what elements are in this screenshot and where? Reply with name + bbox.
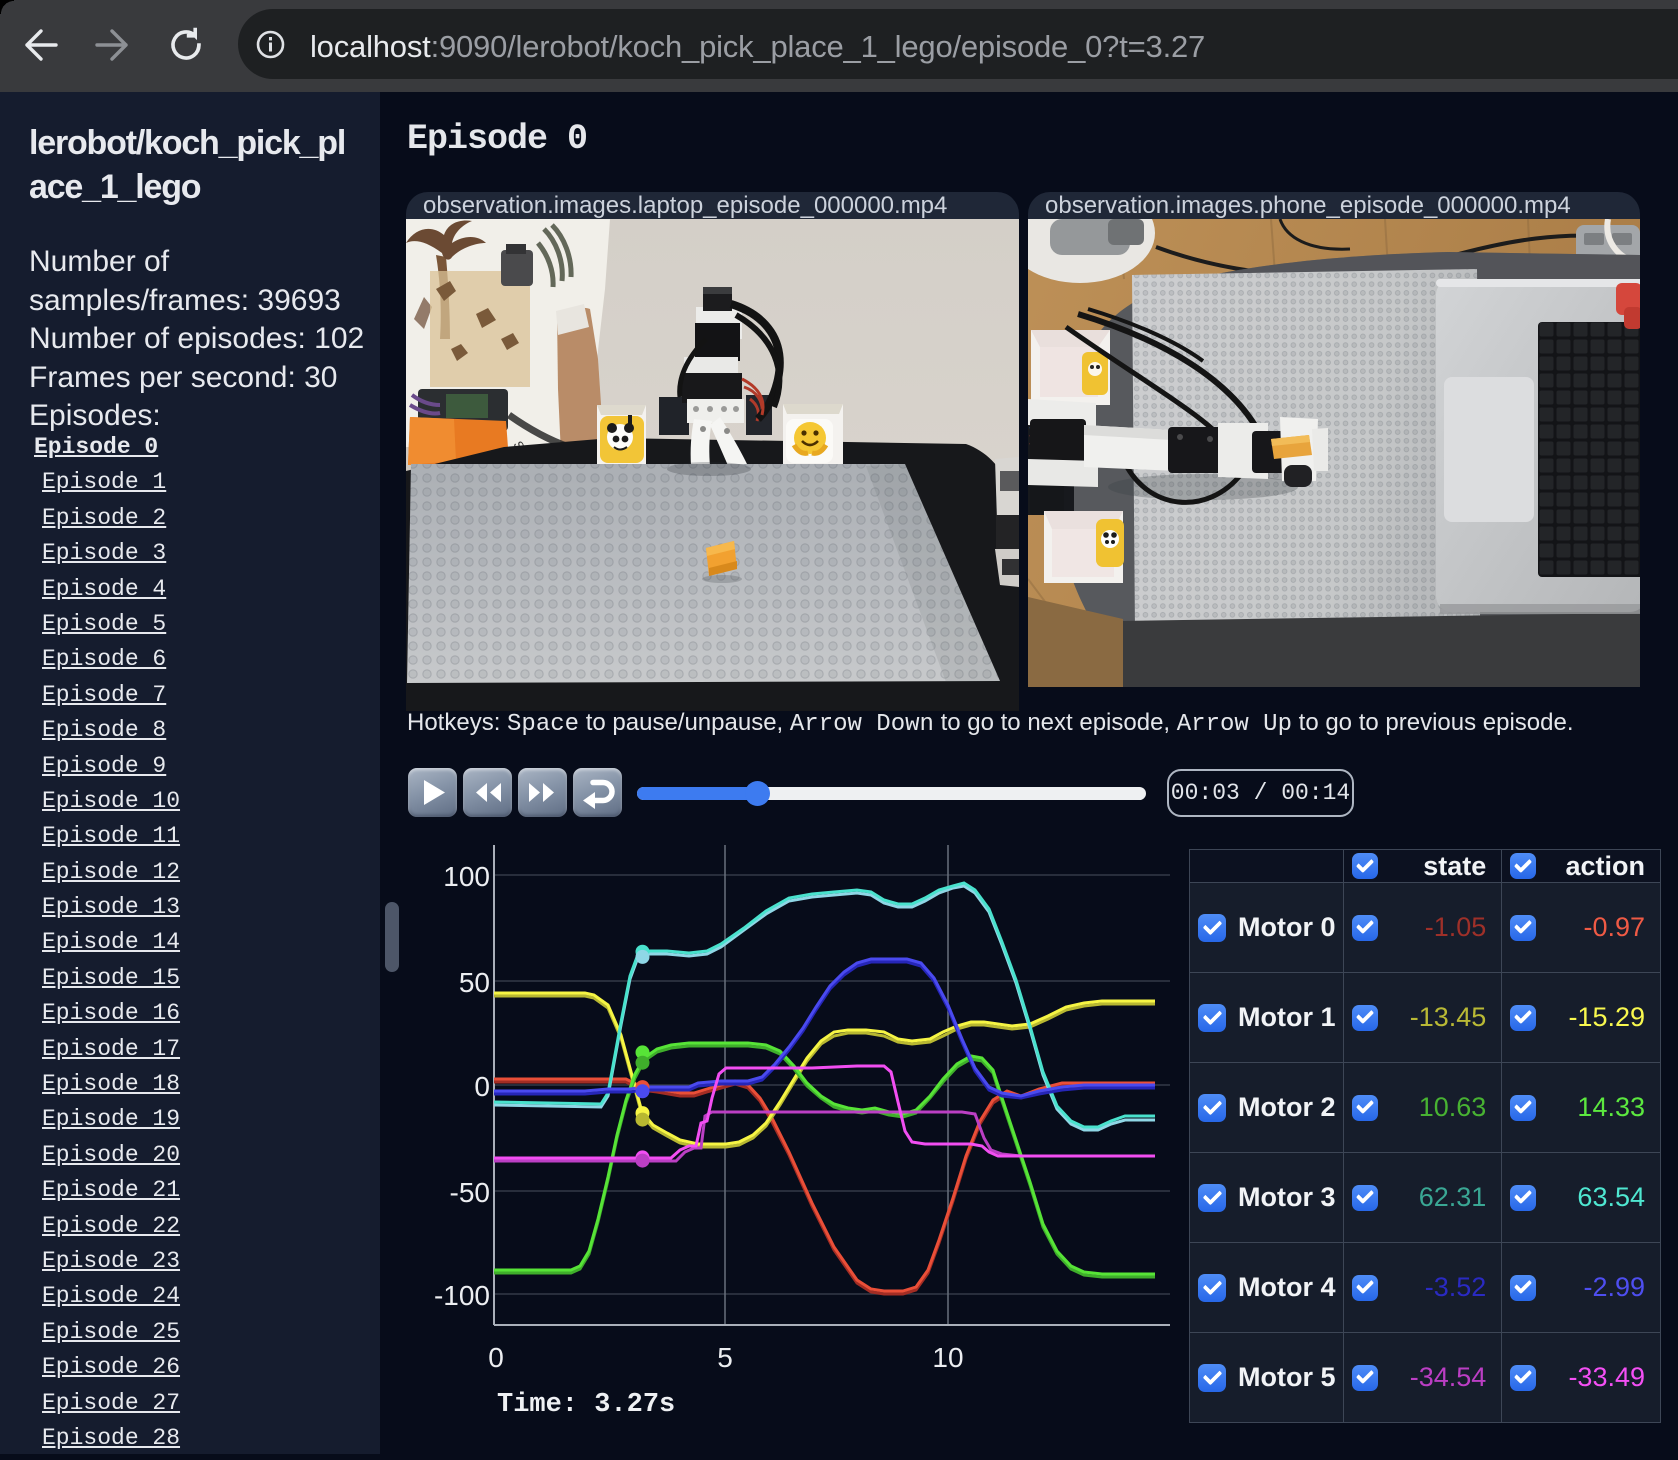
- svg-text:100: 100: [443, 861, 490, 892]
- svg-text:-100: -100: [434, 1280, 490, 1311]
- svg-text:-50: -50: [450, 1177, 490, 1208]
- svg-text:0: 0: [488, 1342, 504, 1373]
- svg-text:0: 0: [474, 1071, 490, 1102]
- svg-text:10: 10: [932, 1342, 963, 1373]
- svg-text:50: 50: [459, 967, 490, 998]
- svg-text:5: 5: [717, 1342, 733, 1373]
- svg-text:Time: 3.27s: Time: 3.27s: [497, 1390, 675, 1420]
